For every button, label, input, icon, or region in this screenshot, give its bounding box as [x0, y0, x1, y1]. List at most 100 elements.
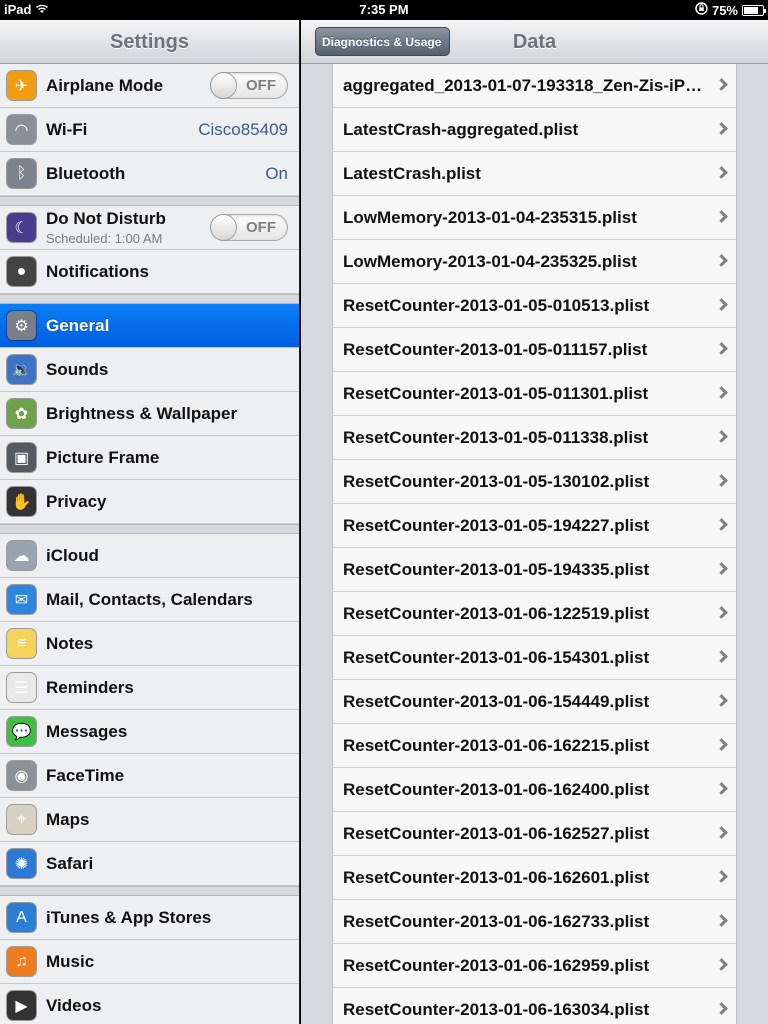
file-name: ResetCounter-2013-01-06-154449.plist [343, 691, 650, 711]
list-item[interactable]: LatestCrash.plist [333, 152, 736, 196]
list-item[interactable]: ResetCounter-2013-01-05-130102.plist [333, 460, 736, 504]
sidebar-item-text: Sounds [46, 360, 108, 380]
list-item[interactable]: ResetCounter-2013-01-05-194335.plist [333, 548, 736, 592]
sidebar-item-notes[interactable]: ≡ Notes [0, 622, 299, 666]
file-name: ResetCounter-2013-01-06-163034.plist [343, 999, 650, 1019]
cloud-icon: ☁ [7, 541, 36, 570]
list-item[interactable]: ResetCounter-2013-01-06-162527.plist [333, 812, 736, 856]
sidebar-item-text: Notifications [46, 262, 149, 282]
sidebar-item-text: Videos [46, 996, 101, 1016]
sidebar-item-wifi[interactable]: ◠ Wi-Fi Cisco85409 [0, 108, 299, 152]
chevron-right-icon [715, 518, 728, 531]
sidebar-item-brightness[interactable]: ✿ Brightness & Wallpaper [0, 392, 299, 436]
sidebar-item-text: Safari [46, 854, 93, 874]
chevron-right-icon [715, 386, 728, 399]
sidebar-item-picture-frame[interactable]: ▣ Picture Frame [0, 436, 299, 480]
group-separator [0, 294, 299, 304]
file-name: ResetCounter-2013-01-06-122519.plist [343, 603, 650, 623]
list-item[interactable]: ResetCounter-2013-01-05-194227.plist [333, 504, 736, 548]
list-item[interactable]: ResetCounter-2013-01-05-011301.plist [333, 372, 736, 416]
list-item[interactable]: ResetCounter-2013-01-05-010513.plist [333, 284, 736, 328]
picture-frame-icon: ▣ [7, 443, 36, 472]
sidebar-item-messages[interactable]: 💬 Messages [0, 710, 299, 754]
list-item[interactable]: ResetCounter-2013-01-06-163034.plist [333, 988, 736, 1024]
notifications-icon: ● [7, 257, 36, 286]
airplane-toggle[interactable]: OFF [210, 72, 288, 99]
file-name: LatestCrash-aggregated.plist [343, 119, 579, 139]
sidebar-item-maps[interactable]: ⌖ Maps [0, 798, 299, 842]
sidebar-item-label: Airplane Mode [46, 75, 164, 95]
sidebar-item-label: Privacy [46, 491, 107, 511]
sidebar-item-bluetooth[interactable]: ᛒ Bluetooth On [0, 152, 299, 196]
sidebar-item-label: Picture Frame [46, 447, 160, 467]
sidebar-item-notifications[interactable]: ● Notifications [0, 250, 299, 294]
chevron-right-icon [715, 958, 728, 971]
list-item[interactable]: ResetCounter-2013-01-06-154301.plist [333, 636, 736, 680]
sidebar-item-label: Notes [46, 633, 94, 653]
sidebar-item-text: General [46, 316, 109, 336]
file-name: ResetCounter-2013-01-05-130102.plist [343, 471, 650, 491]
settings-group: ☾ Do Not Disturb Scheduled: 1:00 AM OFF ● Not… [0, 206, 299, 294]
chevron-right-icon [715, 474, 728, 487]
file-name: ResetCounter-2013-01-06-162400.plist [343, 779, 650, 799]
sidebar-item-privacy[interactable]: ✋ Privacy [0, 480, 299, 524]
list-item[interactable]: ResetCounter-2013-01-06-154449.plist [333, 680, 736, 724]
reminders-icon: ☰ [7, 673, 36, 702]
sidebar-item-dnd[interactable]: ☾ Do Not Disturb Scheduled: 1:00 AM OFF [0, 206, 299, 250]
sidebar-item-airplane[interactable]: ✈ Airplane Mode OFF [0, 64, 299, 108]
sidebar-item-safari[interactable]: ✺ Safari [0, 842, 299, 886]
detail-navbar: Data Diagnostics & Usage [301, 20, 768, 64]
back-button[interactable]: Diagnostics & Usage [315, 27, 451, 56]
sidebar-item-mail[interactable]: ✉ Mail, Contacts, Calendars [0, 578, 299, 622]
chevron-right-icon [715, 210, 728, 223]
file-name: ResetCounter-2013-01-05-194335.plist [343, 559, 650, 579]
toggle-knob [210, 214, 237, 241]
sidebar-item-icloud[interactable]: ☁ iCloud [0, 534, 299, 578]
notes-icon: ≡ [7, 629, 36, 658]
sidebar-item-text: iTunes & App Stores [46, 908, 211, 928]
list-item[interactable]: LowMemory-2013-01-04-235325.plist [333, 240, 736, 284]
file-name: LatestCrash.plist [343, 163, 481, 183]
sidebar-item-label: Do Not Disturb [46, 209, 166, 228]
list-item[interactable]: LatestCrash-aggregated.plist [333, 108, 736, 152]
toggle-label: OFF [246, 77, 276, 94]
sidebar-item-general[interactable]: ⚙ General [0, 304, 299, 348]
battery-icon [742, 4, 766, 16]
list-item[interactable]: ResetCounter-2013-01-05-011338.plist [333, 416, 736, 460]
settings-group: ⚙ General 🔉 Sounds ✿ Brightness & Wallpaper ▣ P… [0, 304, 299, 524]
sidebar-item-sounds[interactable]: 🔉 Sounds [0, 348, 299, 392]
list-item[interactable]: LowMemory-2013-01-04-235315.plist [333, 196, 736, 240]
sidebar-item-reminders[interactable]: ☰ Reminders [0, 666, 299, 710]
videos-icon: ▶ [7, 991, 36, 1020]
sidebar-item-value: On [265, 163, 288, 183]
chevron-right-icon [715, 254, 728, 267]
battery-percent: 75% [711, 2, 738, 18]
chevron-right-icon [715, 1002, 728, 1015]
file-name: ResetCounter-2013-01-05-194227.plist [343, 515, 650, 535]
sidebar-item-label: iCloud [46, 545, 99, 565]
list-item[interactable]: ResetCounter-2013-01-06-162400.plist [333, 768, 736, 812]
chevron-right-icon [715, 298, 728, 311]
sidebar-item-facetime[interactable]: ◉ FaceTime [0, 754, 299, 798]
list-item[interactable]: ResetCounter-2013-01-06-162733.plist [333, 900, 736, 944]
sidebar-item-text: Reminders [46, 678, 134, 698]
sidebar-item-label: Reminders [46, 677, 134, 697]
sidebar-item-music[interactable]: ♫ Music [0, 940, 299, 984]
file-name: ResetCounter-2013-01-06-162959.plist [343, 955, 650, 975]
list-item[interactable]: ResetCounter-2013-01-06-162601.plist [333, 856, 736, 900]
chevron-right-icon [715, 694, 728, 707]
sidebar-item-videos[interactable]: ▶ Videos [0, 984, 299, 1024]
sidebar-item-itunes[interactable]: AiTunes & App Stores [0, 896, 299, 940]
list-item[interactable]: ResetCounter-2013-01-05-011157.plist [333, 328, 736, 372]
sidebar-item-text: Do Not Disturb Scheduled: 1:00 AM [46, 209, 166, 246]
sidebar-item-text: Airplane Mode [46, 76, 163, 96]
list-item[interactable]: ResetCounter-2013-01-06-122519.plist [333, 592, 736, 636]
list-item[interactable]: ResetCounter-2013-01-06-162959.plist [333, 944, 736, 988]
list-item[interactable]: aggregated_2013-01-07-193318_Zen-Zis-iPa… [333, 64, 736, 108]
chevron-right-icon [715, 78, 728, 91]
chevron-right-icon [715, 826, 728, 839]
file-name: ResetCounter-2013-01-05-010513.plist [343, 295, 650, 315]
dnd-toggle[interactable]: OFF [210, 214, 288, 241]
sidebar-item-text: Wi-Fi [46, 120, 87, 140]
list-item[interactable]: ResetCounter-2013-01-06-162215.plist [333, 724, 736, 768]
